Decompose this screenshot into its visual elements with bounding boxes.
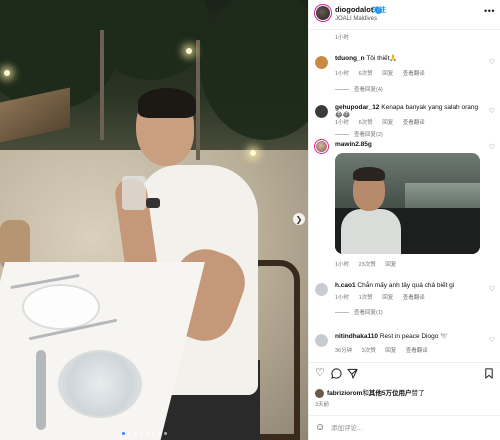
like-heart-icon[interactable]: ♡ <box>489 107 495 115</box>
translate-button[interactable]: 查看翻译 <box>403 120 425 126</box>
glass-plate <box>58 350 142 418</box>
reply-button[interactable]: 回复 <box>382 295 393 301</box>
reply-button[interactable]: 回复 <box>385 348 396 354</box>
carousel-dot <box>140 432 143 435</box>
lamp-light <box>250 150 256 156</box>
likes-others-link[interactable]: 其他5万位用户 <box>369 390 412 397</box>
commenter-username[interactable]: nitindhaka110 <box>335 333 378 340</box>
commenter-username[interactable]: gehupodar_12 <box>335 104 379 111</box>
commenter-avatar[interactable] <box>315 56 328 69</box>
commenter-avatar[interactable] <box>315 334 328 347</box>
comment-time: 1小时 <box>335 262 350 268</box>
post-side-panel: diogodalot ✓ 关注 JOALI Maldives ••• 1小时 td… <box>308 0 500 440</box>
wristwatch <box>146 198 160 208</box>
post-header: diogodalot ✓ 关注 JOALI Maldives ••• <box>309 0 500 30</box>
comment-text: nitindhaka110 Rest in peace Diogo 🕊️ <box>335 333 485 341</box>
gif-window-scene <box>405 183 480 211</box>
comment-body: Chắn mấy anh tây quá chả biết gì <box>357 282 455 289</box>
emoji-icon[interactable]: ☺ <box>315 423 325 433</box>
comment-meta: 1小时 23次赞 回复 <box>335 260 404 268</box>
reply-button[interactable]: 回复 <box>385 262 396 268</box>
comment-like-count[interactable]: 6次赞 <box>359 120 373 126</box>
comment-meta: 1小时 6次赞 回复 查看翻译 <box>335 69 433 77</box>
comment-body: Tôi thiết🙏 <box>366 55 398 62</box>
commenter-avatar[interactable] <box>315 283 328 296</box>
like-heart-icon[interactable]: ♡ <box>489 58 495 66</box>
gif-person-body <box>341 209 401 254</box>
reply-button[interactable]: 回复 <box>382 120 393 126</box>
comment-like-count[interactable]: 3次赞 <box>362 348 376 354</box>
bookmark-icon[interactable] <box>484 368 494 382</box>
tree-trunk <box>196 40 200 160</box>
translate-button[interactable]: 查看翻译 <box>403 71 425 77</box>
dinner-plate <box>22 284 100 330</box>
comment-time: 1小时 <box>335 295 350 301</box>
comment-text: tduong_n Tôi thiết🙏 <box>335 55 485 63</box>
comment-time: 1小时 <box>335 120 350 126</box>
like-heart-icon[interactable]: ♡ <box>489 143 495 151</box>
post-action-bar: ♡ <box>309 362 500 382</box>
commenter-avatar[interactable] <box>314 139 329 154</box>
likes-tail: 赞了 <box>411 390 425 397</box>
commenter-username[interactable]: tduong_n <box>335 55 365 62</box>
comment-gif-image[interactable] <box>335 153 480 254</box>
post-date: 3天前 <box>315 402 330 408</box>
view-replies-button[interactable]: 查看回复(2) <box>335 130 383 138</box>
carousel-dot <box>134 432 137 435</box>
post-location[interactable]: JOALI Maldives <box>335 16 377 22</box>
comment-time: 1小时 <box>335 35 350 41</box>
comment-body: Rest in peace Diogo 🕊️ <box>379 333 449 340</box>
comment-like-count[interactable]: 23次赞 <box>359 262 376 268</box>
comment-meta: 1小时 1次赞 回复 查看翻译 <box>335 293 433 301</box>
carousel-dot <box>164 432 167 435</box>
comment-time: 36分钟 <box>335 348 353 354</box>
add-comment-bar: ☺ <box>309 415 500 440</box>
tree-foliage <box>200 0 308 140</box>
carousel-dot <box>152 432 155 435</box>
drinking-glass <box>122 176 146 210</box>
comment-like-count[interactable]: 1次赞 <box>359 295 373 301</box>
follow-button[interactable]: 关注 <box>372 5 386 15</box>
liker-username[interactable]: fabriziorom <box>327 390 362 397</box>
comment-time: 1小时 <box>335 71 350 77</box>
author-avatar[interactable] <box>314 4 332 22</box>
comment-input[interactable] <box>331 422 491 435</box>
translate-button[interactable]: 查看翻译 <box>403 295 425 301</box>
carousel-dot <box>128 432 131 435</box>
like-heart-icon[interactable]: ♡ <box>315 368 325 379</box>
comment-like-count[interactable]: 6次赞 <box>359 71 373 77</box>
more-icon[interactable]: ••• <box>484 6 495 16</box>
author-username-text[interactable]: diogodalot <box>335 5 373 14</box>
commenter-avatar[interactable] <box>315 105 328 118</box>
translate-button[interactable]: 查看翻译 <box>406 348 428 354</box>
comment-icon[interactable] <box>331 368 342 382</box>
carousel-dot <box>122 432 125 435</box>
tree-trunk <box>100 30 104 140</box>
commenter-username[interactable]: h.cao1 <box>335 282 356 289</box>
gif-person-hair <box>353 167 385 181</box>
comment-meta: 1小时 6次赞 回复 查看翻译 <box>335 118 433 126</box>
lamp-light <box>186 48 192 54</box>
man-hair <box>138 88 196 118</box>
comment-meta: 36分钟 3次赞 回复 查看翻译 <box>335 346 436 354</box>
next-photo-icon[interactable]: ❯ <box>293 213 305 225</box>
comment-meta: 1小时 <box>335 33 357 41</box>
post-photo[interactable]: ❯ <box>0 0 308 440</box>
commenter-username[interactable]: mawin2.85g <box>335 141 372 148</box>
reply-button[interactable]: 回复 <box>382 71 393 77</box>
carousel-dot <box>146 432 149 435</box>
carousel-dots <box>122 432 167 435</box>
like-heart-icon[interactable]: ♡ <box>489 336 495 344</box>
carousel-dot <box>158 432 161 435</box>
likes-summary: fabriziorom和其他5万位用户赞了 <box>315 387 425 398</box>
share-icon[interactable] <box>347 368 358 382</box>
spoon <box>36 350 46 430</box>
like-heart-icon[interactable]: ♡ <box>489 285 495 293</box>
liker-avatar[interactable] <box>315 388 324 398</box>
view-replies-button[interactable]: 查看回复(1) <box>335 308 383 316</box>
lamp-light <box>4 70 10 76</box>
comment-text: mawin2.85g <box>335 141 485 149</box>
comment-text: h.cao1 Chắn mấy anh tây quá chả biết gì <box>335 282 485 290</box>
view-replies-button[interactable]: 查看回复(4) <box>335 85 383 93</box>
